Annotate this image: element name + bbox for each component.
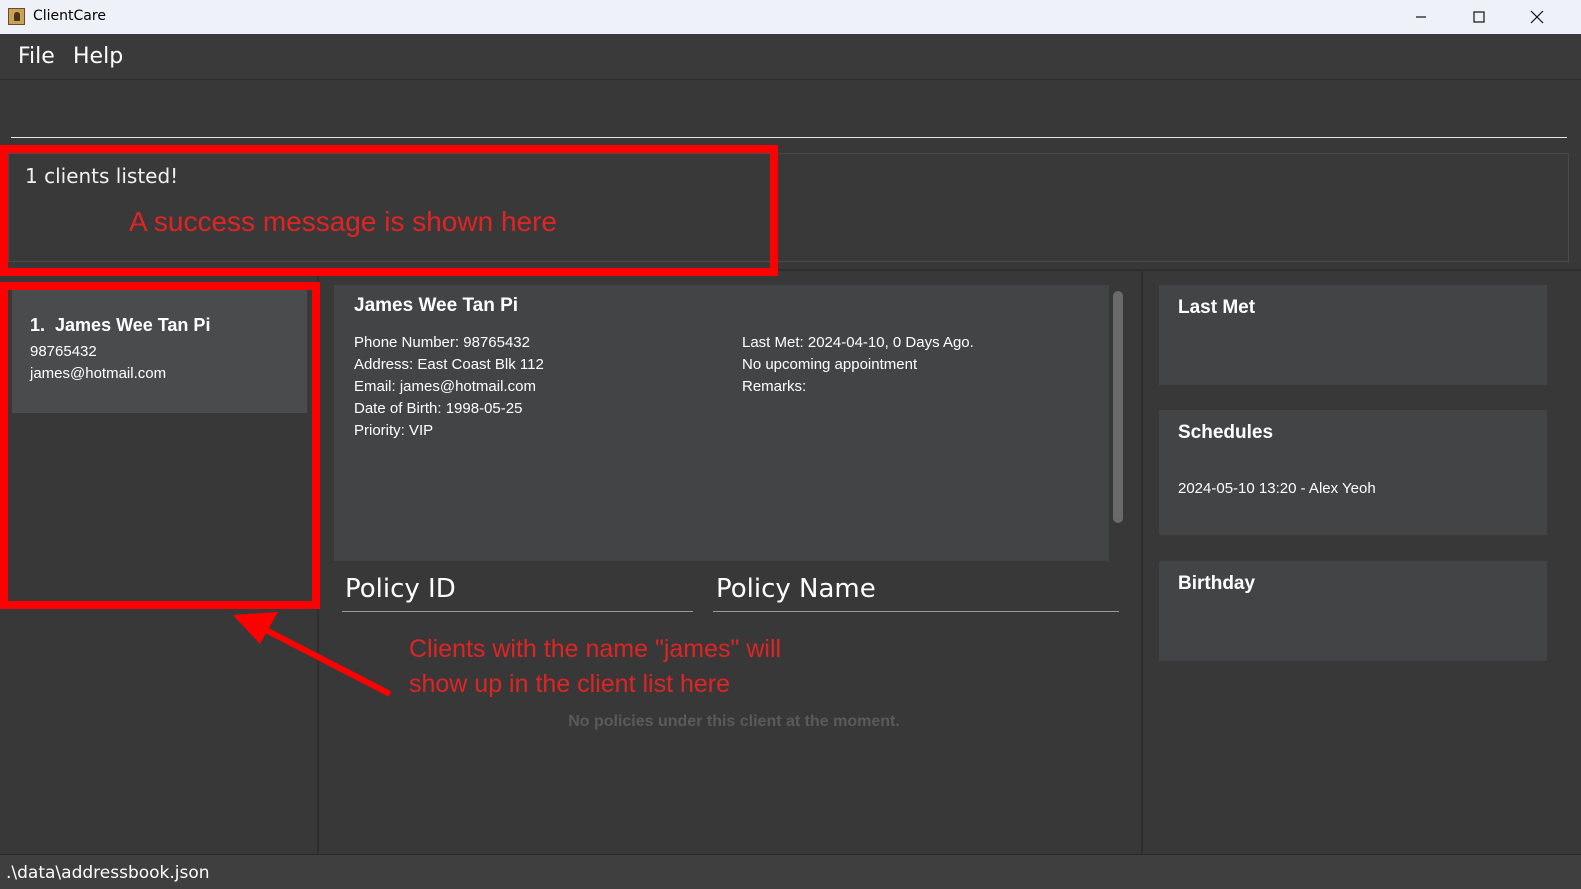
- status-bar: .\data\addressbook.json: [0, 854, 1581, 889]
- client-list-annotation-text: Clients with the name "james" will show …: [409, 632, 781, 702]
- annotation-arrow-icon: [233, 612, 392, 697]
- data-file-path: .\data\addressbook.json: [6, 863, 210, 883]
- annotation-line-2: show up in the client list here: [409, 670, 731, 698]
- annotation-line-1: Clients with the name "james" will: [409, 635, 782, 663]
